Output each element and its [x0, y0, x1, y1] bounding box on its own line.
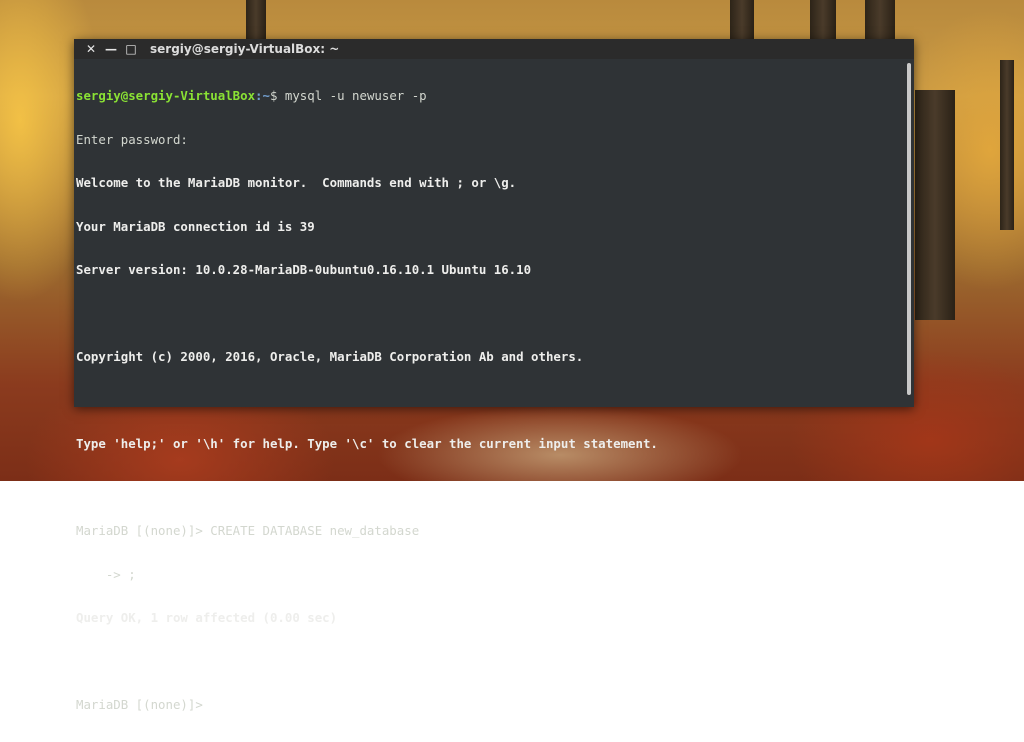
- tree-trunk: [865, 0, 895, 40]
- prompt-path: :~: [255, 88, 270, 103]
- tree-trunk: [915, 90, 955, 320]
- maximize-button[interactable]: □: [122, 40, 140, 58]
- tree-trunk: [730, 0, 754, 40]
- window-titlebar[interactable]: ✕ — □ sergiy@sergiy-VirtualBox: ~: [74, 39, 914, 59]
- terminal-line: Type 'help;' or '\h' for help. Type '\c'…: [76, 436, 658, 451]
- terminal-line: Welcome to the MariaDB monitor. Commands…: [76, 175, 517, 190]
- scrollbar-thumb[interactable]: [907, 63, 911, 395]
- minimize-button[interactable]: —: [102, 40, 120, 58]
- prompt-suffix: $: [269, 88, 285, 103]
- terminal-line: -> ;: [76, 566, 136, 582]
- tree-trunk: [1000, 60, 1014, 230]
- tree-trunk: [246, 0, 266, 40]
- terminal-line-prompt: MariaDB [(none)]>: [76, 697, 211, 712]
- close-button[interactable]: ✕: [82, 40, 100, 58]
- window-title: sergiy@sergiy-VirtualBox: ~: [150, 42, 340, 56]
- tree-trunk: [810, 0, 836, 40]
- terminal-line: Server version: 10.0.28-MariaDB-0ubuntu0…: [76, 262, 532, 277]
- terminal-line: Your MariaDB connection id is 39: [76, 218, 315, 234]
- terminal-line-command: sergiy@sergiy-VirtualBox:~$ mysql -u new…: [76, 88, 904, 104]
- terminal-window[interactable]: ✕ — □ sergiy@sergiy-VirtualBox: ~ sergiy…: [74, 39, 914, 712]
- terminal-line: Enter password:: [76, 131, 188, 147]
- prompt-user: sergiy@sergiy-VirtualBox: [76, 88, 256, 103]
- terminal-line: MariaDB [(none)]> CREATE DATABASE new_da…: [76, 523, 420, 538]
- command-text: mysql -u newuser -p: [284, 88, 427, 103]
- terminal-output[interactable]: sergiy@sergiy-VirtualBox:~$ mysql -u new…: [74, 59, 904, 711]
- terminal-line: Query OK, 1 row affected (0.00 sec): [76, 610, 338, 625]
- terminal-line: Copyright (c) 2000, 2016, Oracle, MariaD…: [76, 349, 584, 364]
- scrollbar[interactable]: [904, 59, 914, 407]
